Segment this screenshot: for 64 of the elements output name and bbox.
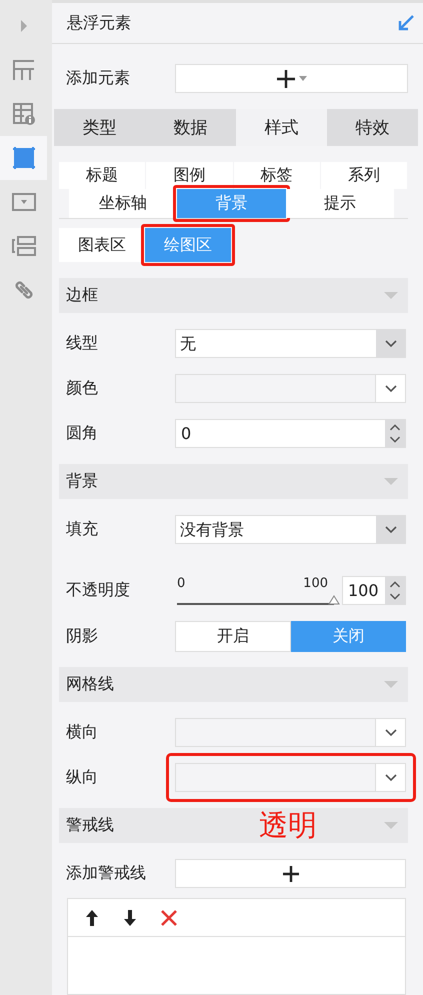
plus-icon: [276, 68, 296, 88]
toggle-option[interactable]: 开启: [175, 621, 290, 652]
chevron-icon: [384, 774, 396, 782]
form-icon: [12, 235, 36, 257]
section-title: 网格线: [66, 674, 114, 695]
spinner-icon[interactable]: [385, 420, 405, 447]
section-header[interactable]: 边框: [59, 278, 408, 313]
annotation-text: 透明: [259, 810, 317, 841]
frame-icon: [12, 146, 36, 170]
color-dropdown[interactable]: [175, 718, 406, 747]
section-title: 背景: [66, 471, 98, 492]
color-dropdown[interactable]: [175, 763, 406, 792]
tab[interactable]: 类型: [54, 109, 145, 146]
dropdown-field[interactable]: 无: [175, 329, 406, 358]
dropdown-icon: [12, 192, 36, 212]
collapse-arrow-icon[interactable]: [397, 14, 415, 32]
section-header[interactable]: 背景: [59, 464, 408, 499]
tab[interactable]: 标题: [59, 162, 146, 189]
tab[interactable]: 数据: [145, 109, 236, 146]
section-title: 边框: [66, 285, 98, 306]
caret-icon: [384, 822, 398, 830]
color-dropdown[interactable]: [175, 374, 406, 403]
table-info-icon: [12, 102, 36, 126]
field-label: 添加元素: [65, 68, 131, 89]
tab[interactable]: 提示: [286, 189, 394, 218]
number-field[interactable]: 0: [175, 419, 406, 448]
tab[interactable]: 标签: [234, 162, 320, 189]
chevron-icon: [384, 526, 396, 534]
field-label: 添加警戒线: [65, 863, 147, 884]
caret-icon: [18, 19, 28, 33]
chevron-icon: [384, 384, 396, 392]
field-label: 圆角: [65, 423, 99, 444]
layout-icon: [12, 59, 36, 81]
scale-label: 100: [303, 576, 328, 590]
field-label: 不透明度: [65, 580, 131, 600]
caret-icon: [384, 478, 398, 486]
field-label: 纵向: [65, 767, 99, 788]
plus-icon: [282, 864, 300, 882]
section-header[interactable]: 警戒线 透明: [59, 808, 408, 843]
tab[interactable]: 系列: [320, 162, 407, 189]
panel-title: 悬浮元素: [67, 12, 131, 34]
scale-label: 0: [177, 576, 186, 590]
tab[interactable]: 特效: [327, 109, 418, 146]
number-field[interactable]: 100: [342, 576, 406, 604]
spinner-icon[interactable]: [385, 576, 405, 604]
caret-icon: [299, 76, 307, 82]
dropdown-field[interactable]: 没有背景: [175, 515, 406, 544]
tab[interactable]: 图表区: [59, 228, 145, 262]
field-label: 阴影: [65, 626, 99, 647]
field-label: 横向: [65, 722, 99, 743]
slider-thumb[interactable]: [328, 594, 340, 604]
section-header[interactable]: 网格线: [59, 667, 408, 702]
tab[interactable]: 坐标轴: [69, 189, 178, 218]
caret-icon: [384, 292, 398, 300]
chevron-icon: [384, 728, 396, 736]
delete-icon[interactable]: [160, 909, 178, 927]
chevron-icon: [384, 340, 396, 348]
frame-tool[interactable]: [0, 136, 47, 180]
field-label: 颜色: [65, 378, 99, 399]
field-label: 填充: [65, 519, 99, 540]
tab[interactable]: 图例: [146, 162, 232, 189]
caret-icon: [384, 680, 398, 688]
section-title: 警戒线: [66, 815, 114, 836]
field-label: 线型: [65, 333, 99, 354]
